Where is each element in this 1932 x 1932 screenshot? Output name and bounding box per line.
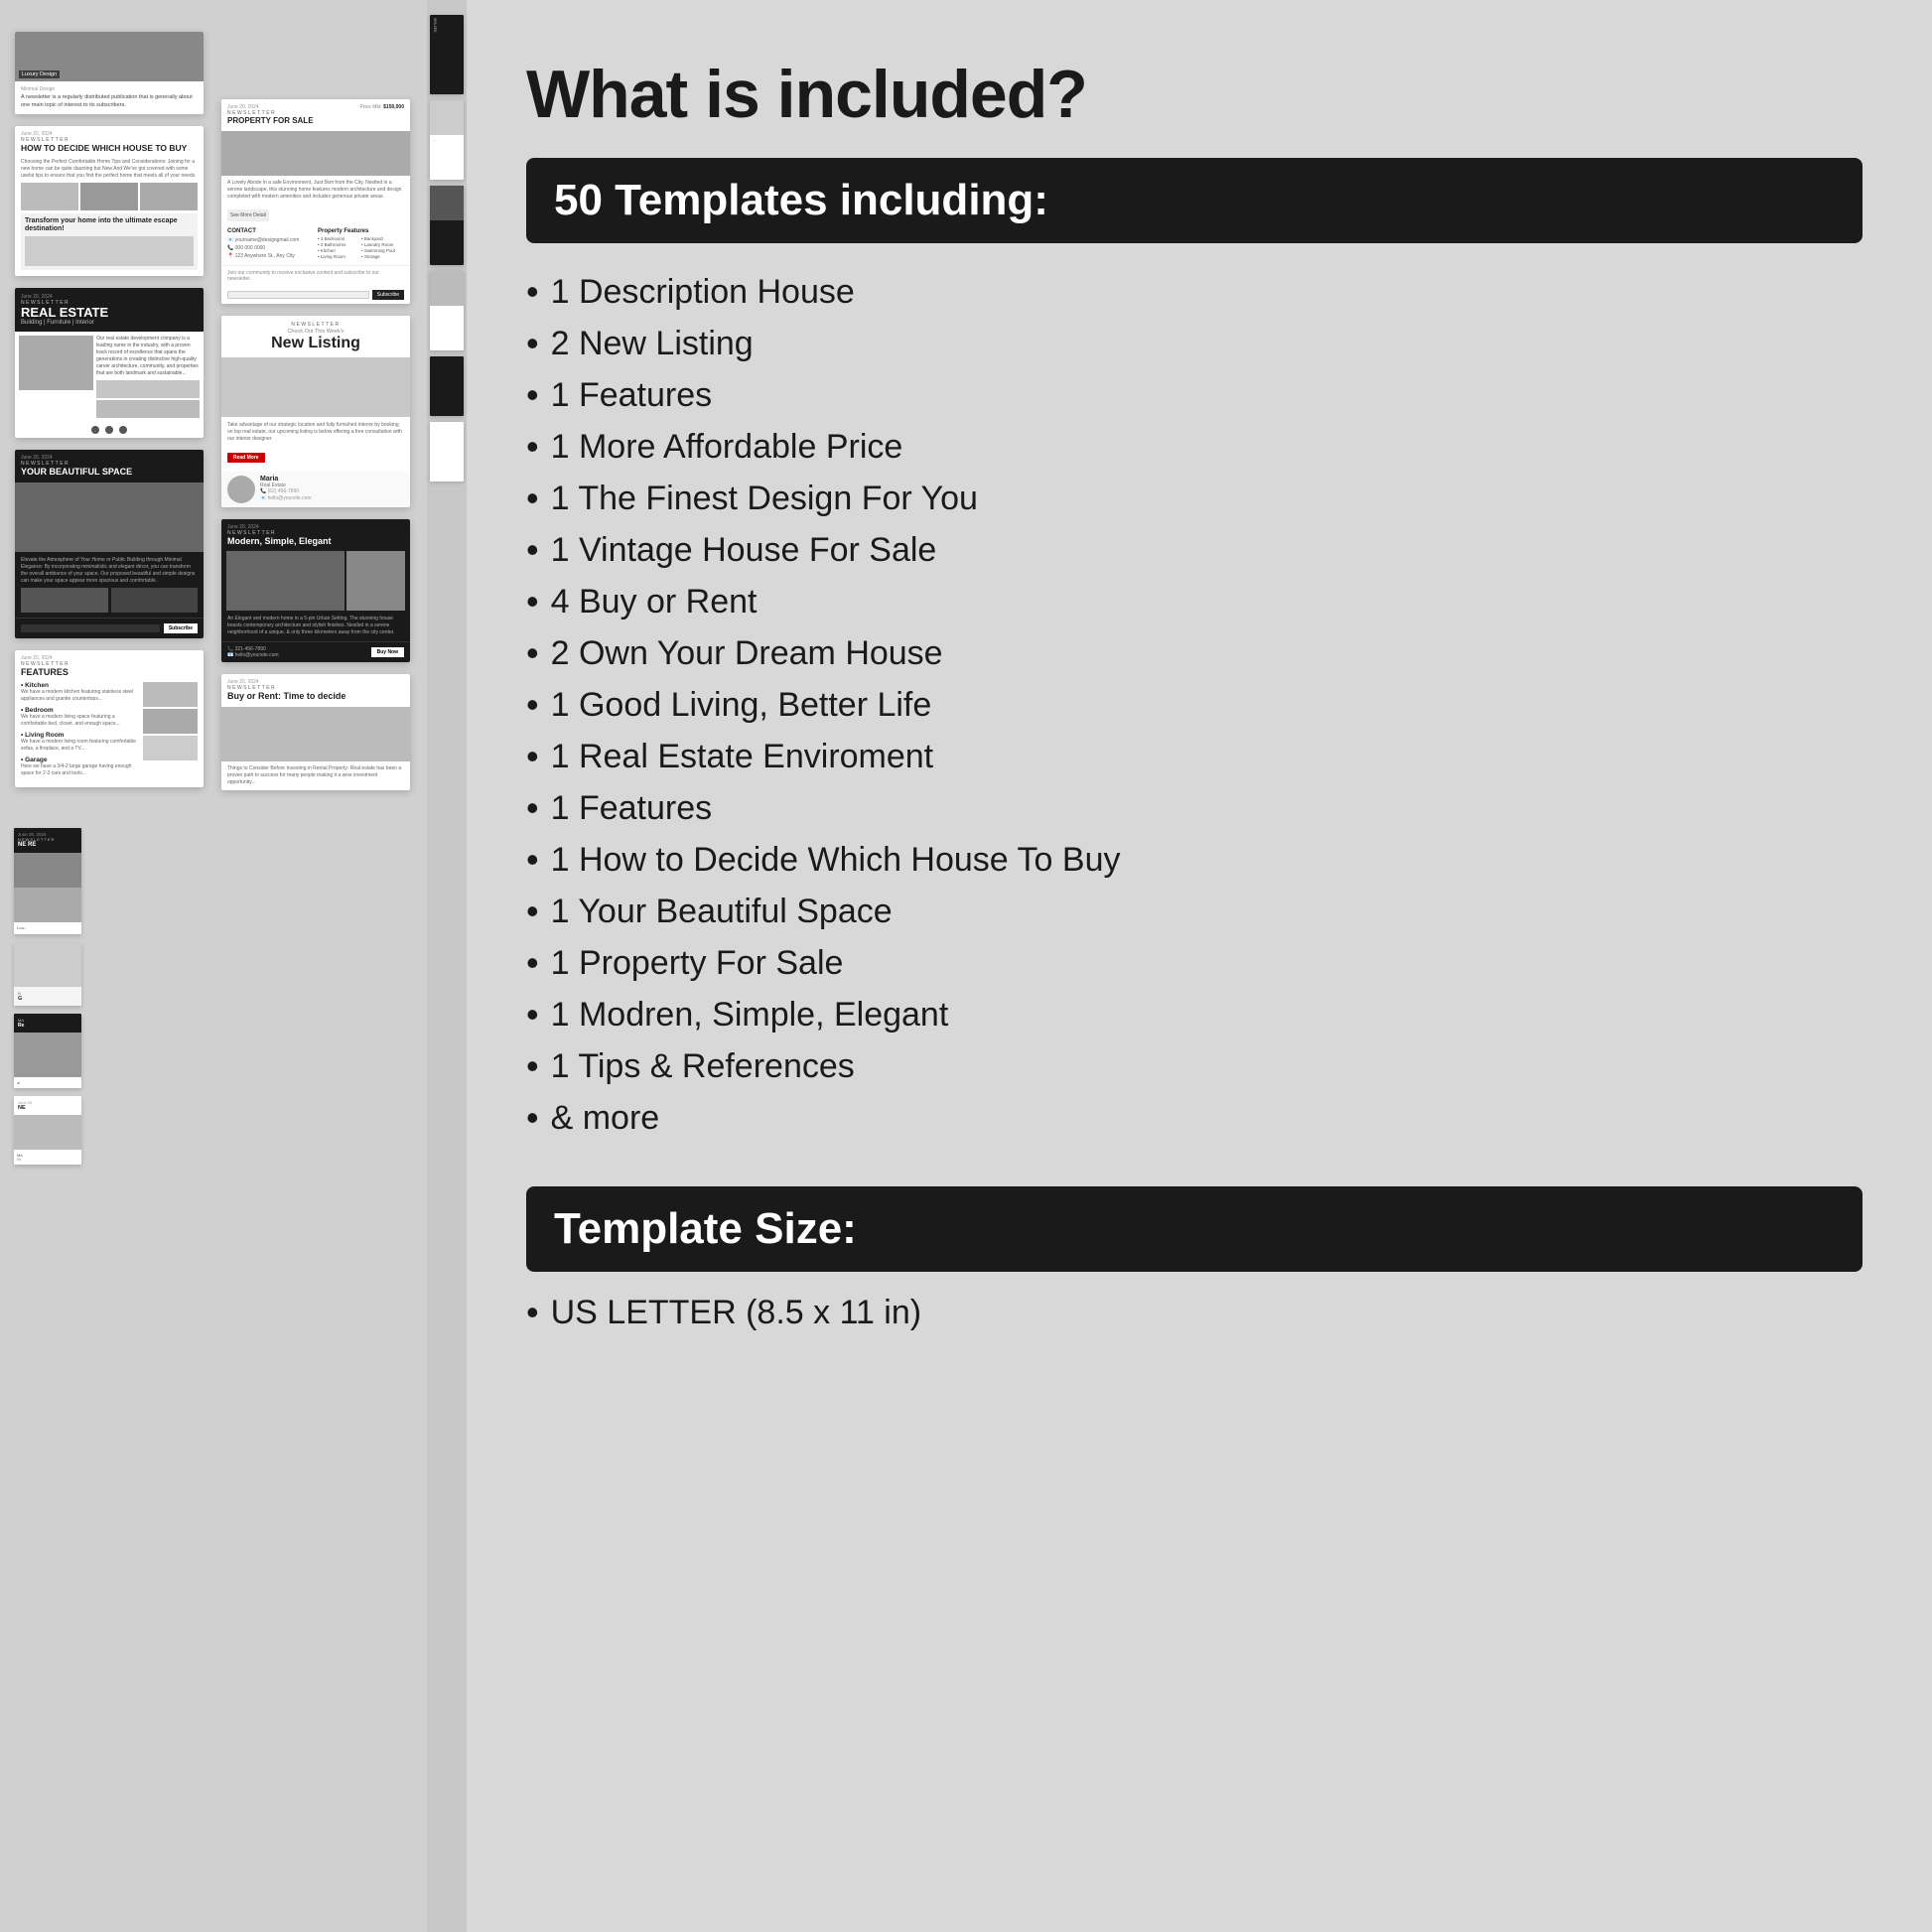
prop-price: $150,000 xyxy=(383,104,404,110)
features-title: FEATURES xyxy=(21,667,198,677)
space-title: YOUR BEAUTIFUL SPACE xyxy=(21,467,198,478)
bullet-item: 1 Features xyxy=(526,374,1863,416)
template-luxury-design[interactable]: Luxury Design Minimal Design A newslette… xyxy=(15,32,204,114)
transform-title: Transform your home into the ultimate es… xyxy=(25,217,194,234)
side-preview-2[interactable]: N G xyxy=(14,942,81,1007)
bullet-item: 1 The Finest Design For You xyxy=(526,478,1863,519)
template-features[interactable]: June 20, 2024 NEWSLETTER FEATURES • Kitc… xyxy=(15,650,204,787)
bullet-item: 4 Buy or Rent xyxy=(526,581,1863,622)
mse-title: Modern, Simple, Elegant xyxy=(227,536,404,547)
bullet-item: 2 Own Your Dream House xyxy=(526,632,1863,674)
decide-title: HOW TO DECIDE WHICH HOUSE TO BUY xyxy=(21,143,198,153)
bullet-item: & more xyxy=(526,1097,1863,1139)
bullet-item: 1 Features xyxy=(526,787,1863,829)
nl-person-name: Maria xyxy=(260,476,312,483)
template-property-for-sale[interactable]: June 20, 2024 NEWSLETTER PROPERTY FOR SA… xyxy=(221,99,410,304)
luxury-label: Luxury Design xyxy=(22,71,57,77)
bullet-item: 2 New Listing xyxy=(526,323,1863,364)
bullet-item: 1 Tips & References xyxy=(526,1045,1863,1087)
bullet-item: 1 Vintage House For Sale xyxy=(526,529,1863,571)
template-buy-or-rent-bottom[interactable]: June 20, 2024 NEWSLETTER Buy or Rent: Ti… xyxy=(221,674,410,790)
bullet-item: 1 How to Decide Which House To Buy xyxy=(526,839,1863,881)
main-heading: What is included? xyxy=(526,60,1863,130)
nl-title: New Listing xyxy=(227,336,404,351)
left-panel: Luxury Design Minimal Design A newslette… xyxy=(0,0,427,1932)
luxury-desc: A newsletter is a regularly distributed … xyxy=(21,94,198,109)
bullet-item: 1 Good Living, Better Life xyxy=(526,684,1863,726)
bullet-list: 1 Description House 2 New Listing 1 Featur… xyxy=(526,271,1863,1139)
template-real-estate[interactable]: June 20, 2024 NEWSLETTER REAL ESTATE Bui… xyxy=(15,288,204,438)
side-preview-4[interactable]: June 20 NE Ma Re xyxy=(14,1096,81,1165)
prop-title: PROPERTY FOR SALE xyxy=(227,116,314,126)
leftmost-previews: SPA SPE ... xyxy=(427,0,467,1932)
size-item: US LETTER (8.5 x 11 in) xyxy=(526,1292,1863,1333)
template-size-section: Template Size: US LETTER (8.5 x 11 in) xyxy=(526,1186,1863,1333)
re-subtitle: Building | Furniture | Interior xyxy=(21,320,198,326)
template-modern-simple[interactable]: June 20, 2024 NEWSLETTER Modern, Simple,… xyxy=(221,519,410,663)
side-preview-3[interactable]: Ma Re al xyxy=(14,1014,81,1088)
side-preview-space[interactable]: June 20, 2024 NEWSLETTER NE RE Low... xyxy=(14,828,81,933)
template-beautiful-space[interactable]: June 20, 2024 NEWSLETTER YOUR BEAUTIFUL … xyxy=(15,450,204,638)
size-banner: Template Size: xyxy=(526,1186,1863,1272)
bullet-item: 1 Modren, Simple, Elegant xyxy=(526,994,1863,1035)
nl-subtitle: Check Out This Week's xyxy=(227,329,404,335)
template-how-to-decide[interactable]: June 20, 2024 NEWSLETTER HOW TO DECIDE W… xyxy=(15,126,204,276)
right-panel: What is included? 50 Templates including… xyxy=(467,0,1932,1932)
bullet-item: 1 Property For Sale xyxy=(526,942,1863,984)
bullet-item: 1 Real Estate Enviroment xyxy=(526,736,1863,777)
nl-nl: NEWSLETTER xyxy=(227,322,404,328)
bullet-item: 1 Your Beautiful Space xyxy=(526,891,1863,932)
template-new-listing[interactable]: NEWSLETTER Check Out This Week's New Lis… xyxy=(221,316,410,507)
bullet-item: 1 More Affordable Price xyxy=(526,426,1863,468)
templates-banner: 50 Templates including: xyxy=(526,158,1863,243)
size-list: US LETTER (8.5 x 11 in) xyxy=(526,1292,1863,1333)
re-title: REAL ESTATE xyxy=(21,306,198,319)
bor-title: Buy or Rent: Time to decide xyxy=(227,691,404,702)
bullet-item: 1 Description House xyxy=(526,271,1863,313)
